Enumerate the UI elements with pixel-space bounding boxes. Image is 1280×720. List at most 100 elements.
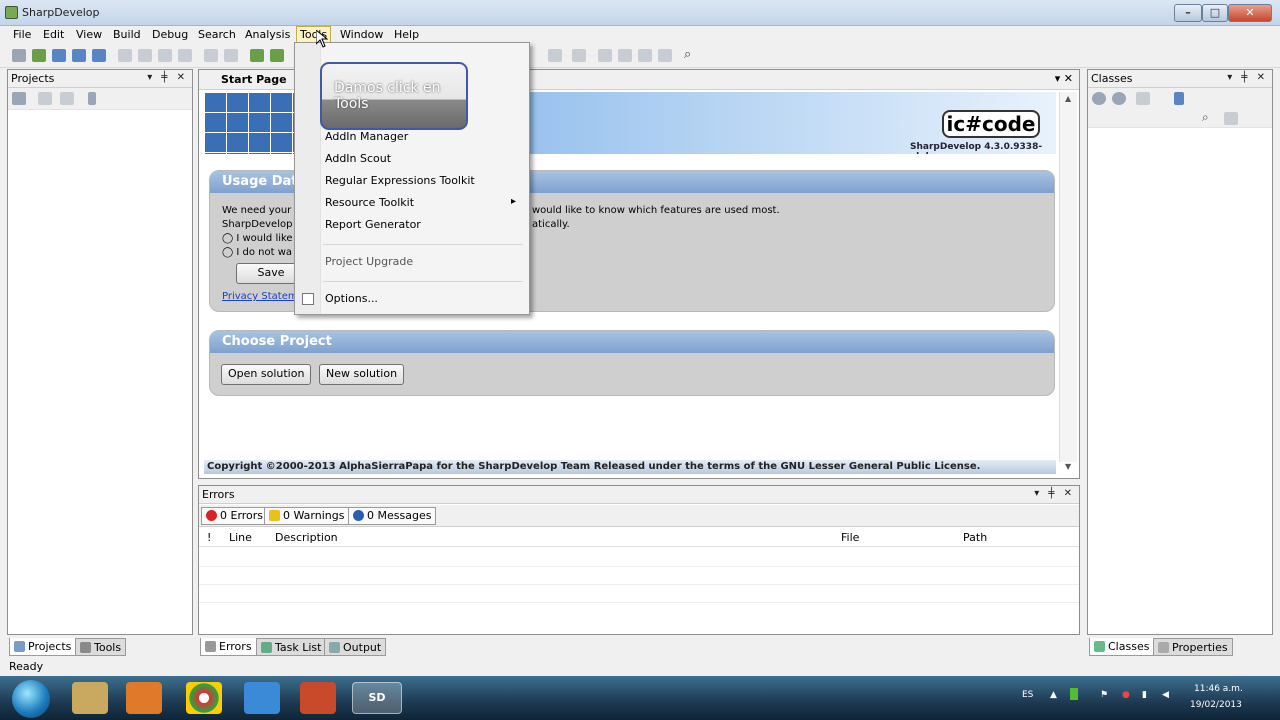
col-file[interactable]: File [841, 531, 859, 544]
menu-edit[interactable]: Edit [40, 28, 67, 41]
project-properties-icon[interactable] [12, 92, 26, 105]
class-view-icon[interactable] [1174, 92, 1184, 105]
redo-icon[interactable] [224, 49, 238, 62]
radio-opt-out[interactable]: ◯ I do not wa [222, 247, 292, 258]
bookmark-icon[interactable] [598, 49, 612, 62]
callout-text: Damos click en Tools [334, 80, 441, 112]
internet-explorer-icon[interactable] [244, 682, 280, 714]
tray-expand-icon[interactable]: ▲ [1050, 690, 1057, 700]
menu-window[interactable]: Window [337, 28, 386, 41]
tab-properties[interactable]: Properties [1153, 638, 1233, 656]
menu-item-options[interactable]: Options... [325, 292, 378, 305]
tab-output[interactable]: Output [324, 638, 387, 656]
cut-icon[interactable] [118, 49, 132, 62]
close-button[interactable]: ✕ [1228, 4, 1272, 22]
col-description[interactable]: Description [275, 531, 338, 544]
maximize-button[interactable]: □ [1202, 4, 1228, 22]
filter-icon[interactable] [1136, 92, 1150, 105]
radio-opt-in[interactable]: ◯ I would like [222, 233, 293, 244]
tab-errors[interactable]: Errors [200, 638, 257, 656]
menu-search[interactable]: Search [195, 28, 239, 41]
privacy-statement-link[interactable]: Privacy Statem [222, 291, 298, 302]
menu-item-addin-scout[interactable]: AddIn Scout [325, 152, 391, 165]
refresh-icon[interactable] [60, 92, 74, 105]
classes-panel: Classes ▾ ╪ ✕ ⌕ [1087, 69, 1273, 635]
copy-icon[interactable] [138, 49, 152, 62]
tab-projects[interactable]: Projects [9, 638, 77, 656]
flag-icon[interactable]: ⚑ [1100, 690, 1108, 700]
show-all-files-icon[interactable] [38, 92, 52, 105]
comment-icon[interactable] [548, 49, 562, 62]
menu-file[interactable]: File [10, 28, 34, 41]
save-all-icon[interactable] [72, 49, 86, 62]
bookmark-next-icon[interactable] [638, 49, 652, 62]
col-path[interactable]: Path [963, 531, 987, 544]
tab-projects-label: Projects [28, 640, 72, 653]
tab-start-page[interactable]: Start Page [221, 73, 287, 86]
menu-item-project-upgrade[interactable]: Project Upgrade [325, 255, 413, 268]
bookmark-clear-icon[interactable] [658, 49, 672, 62]
firefox-icon[interactable] [300, 682, 336, 714]
minimize-button[interactable]: – [1174, 4, 1202, 22]
open-file-icon[interactable] [32, 49, 46, 62]
scroll-up-icon[interactable]: ▲ [1065, 94, 1071, 103]
save-icon[interactable] [52, 49, 66, 62]
undo-icon[interactable] [204, 49, 218, 62]
submenu-arrow-icon: ▸ [511, 196, 517, 207]
network-icon[interactable]: ▮ [1142, 690, 1147, 700]
messages-filter-button[interactable]: 0 Messages [348, 507, 437, 525]
menu-debug[interactable]: Debug [149, 28, 191, 41]
menu-item-resource-toolkit[interactable]: Resource Toolkit [325, 196, 414, 209]
start-page-scrollbar[interactable]: ▲ ▼ [1059, 92, 1077, 471]
menu-analysis[interactable]: Analysis [242, 28, 293, 41]
clear-search-icon[interactable] [1224, 112, 1238, 125]
window-title: SharpDevelop [22, 6, 100, 19]
build-icon[interactable] [250, 49, 264, 62]
errors-filter-button[interactable]: 0 Errors [201, 507, 269, 525]
errors-panel-controls-icon[interactable]: ▾ ╪ ✕ [1034, 488, 1075, 499]
menu-item-addin-manager[interactable]: AddIn Manager [325, 130, 408, 143]
chrome-icon[interactable] [186, 682, 222, 714]
tab-classes[interactable]: Classes [1089, 638, 1155, 656]
language-indicator[interactable]: ES [1022, 690, 1033, 700]
paste-icon[interactable] [158, 49, 172, 62]
sharpdevelop-taskbar-icon[interactable]: SD [352, 682, 402, 714]
tab-task-list[interactable]: Task List [256, 638, 327, 656]
forward-icon[interactable] [1112, 92, 1126, 105]
toolbar: ⌕ [0, 44, 1280, 68]
clock-date[interactable]: 19/02/2013 [1190, 700, 1242, 710]
volume-icon[interactable]: ◀ [1162, 690, 1169, 700]
battery-icon[interactable] [1070, 688, 1078, 700]
col-severity[interactable]: ! [207, 531, 211, 544]
new-file-icon[interactable] [12, 49, 26, 62]
rebuild-icon[interactable] [270, 49, 284, 62]
menu-build[interactable]: Build [110, 28, 144, 41]
bookmark-prev-icon[interactable] [618, 49, 632, 62]
classes-icon [1094, 641, 1105, 652]
open-solution-button[interactable]: Open solution [221, 364, 312, 385]
print-icon[interactable] [92, 49, 106, 62]
clock-time[interactable]: 11:46 a.m. [1194, 684, 1243, 694]
indent-icon[interactable] [572, 49, 586, 62]
new-solution-button[interactable]: New solution [319, 364, 405, 385]
classes-panel-controls-icon[interactable]: ▾ ╪ ✕ [1227, 72, 1268, 83]
col-line[interactable]: Line [229, 531, 252, 544]
scroll-down-icon[interactable]: ▼ [1065, 462, 1071, 471]
menu-help[interactable]: Help [391, 28, 422, 41]
panel-controls-icon[interactable]: ▾ ╪ ✕ [147, 72, 188, 83]
find-icon[interactable]: ⌕ [684, 47, 691, 62]
menu-item-regex-toolkit[interactable]: Regular Expressions Toolkit [325, 174, 475, 187]
document-controls-icon[interactable]: ▾ ✕ [1055, 72, 1073, 85]
menu-view[interactable]: View [73, 28, 105, 41]
back-icon[interactable] [1092, 92, 1106, 105]
search-icon[interactable]: ⌕ [1202, 110, 1209, 125]
warnings-filter-button[interactable]: 0 Warnings [264, 507, 350, 525]
tab-tools[interactable]: Tools [75, 638, 127, 656]
start-button[interactable] [12, 680, 50, 718]
explorer-icon[interactable] [72, 682, 108, 714]
media-player-icon[interactable] [126, 682, 162, 714]
menu-item-report-generator[interactable]: Report Generator [325, 218, 421, 231]
collapse-icon[interactable] [88, 92, 96, 105]
security-icon[interactable]: ● [1122, 690, 1130, 700]
delete-icon[interactable] [178, 49, 192, 62]
